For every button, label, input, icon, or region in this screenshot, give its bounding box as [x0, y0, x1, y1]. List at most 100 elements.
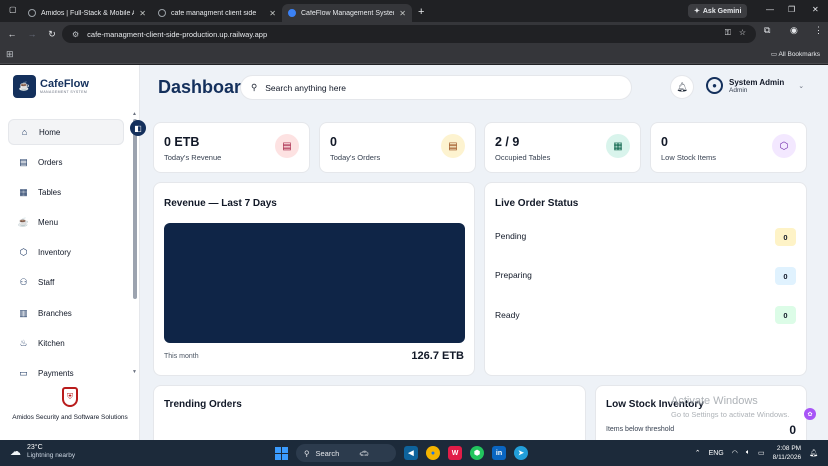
linkedin-icon[interactable]: in [492, 446, 506, 460]
ask-gemini-button[interactable]: ✦ Ask Gemini [688, 4, 748, 18]
sidebar-item-tables[interactable]: ▦ Tables [8, 179, 124, 205]
stat-label: Occupied Tables [495, 153, 551, 162]
language-indicator[interactable]: ENG [709, 450, 724, 457]
tab-title: Amidos | Full-Stack & Mobile A [41, 9, 135, 17]
profile-avatar-icon[interactable]: ◉ [790, 25, 798, 36]
company-name: Amidos Security and Software Solutions [12, 414, 128, 421]
wallet-icon: ▭ [19, 368, 28, 378]
scroll-up-icon[interactable]: ▲ [132, 111, 137, 117]
order-status-count: 0 [775, 267, 796, 285]
bookmark-star-icon[interactable]: ☆ [739, 28, 746, 38]
stat-label: Low Stock Items [661, 153, 717, 162]
notifications-button[interactable]: 🔔︎ [670, 75, 694, 99]
notification-bell-icon[interactable]: 🔔︎ [809, 449, 818, 457]
red-app-icon[interactable]: W [448, 446, 462, 460]
sidebar-item-kitchen[interactable]: ♨ Kitchen [8, 330, 124, 356]
chrome-icon[interactable]: ● [426, 446, 440, 460]
search-bar[interactable]: ⚲ [240, 75, 632, 100]
close-icon[interactable]: ✕ [139, 9, 146, 18]
user-menu[interactable]: ● System Admin Admin ⌄ [706, 77, 804, 94]
storm-cloud-icon: ☁ [10, 446, 21, 458]
forward-icon[interactable]: → [22, 29, 42, 39]
watermark-line1: Activate Windows [671, 395, 758, 407]
maximize-icon[interactable]: ❐ [788, 5, 795, 14]
browser-tab[interactable]: cafe managment client side ✕ [152, 4, 282, 22]
scroll-down-icon[interactable]: ▼ [132, 369, 137, 375]
sidebar-item-menu[interactable]: ☕ Menu [8, 210, 124, 236]
apps-grid-icon[interactable]: ⊞ [6, 49, 14, 60]
weather-widget[interactable]: ☁ 23°C Lightning nearby [10, 444, 75, 459]
sidebar-item-label: Kitchen [38, 338, 65, 348]
search-icon: ⚲ [251, 82, 258, 92]
url-text: cafe-managment-client-side-production.up… [87, 29, 268, 39]
taskbar-search[interactable]: ⚲ Search 🚗︎ [296, 444, 396, 462]
sidebar-scrollbar[interactable]: ▲ ▼ [132, 111, 138, 375]
taskbar-apps: ⚲ Search 🚗︎ ◀ ● W ⬢ in ➤ [275, 444, 528, 462]
green-app-icon[interactable]: ⬢ [470, 446, 484, 460]
sidebar-item-label: Menu [38, 218, 59, 228]
receipt-icon: ▤ [275, 134, 299, 158]
brand-logo[interactable]: ☕ CafeFlow MANAGEMENT SYSTEM [13, 75, 89, 98]
menu-kebab-icon[interactable]: ⋮ [814, 25, 823, 36]
revenue-period: This month [164, 353, 199, 360]
telegram-icon[interactable]: ➤ [514, 446, 528, 460]
sidebar-item-label: Orders [38, 157, 63, 167]
app-viewport: ☕ CafeFlow MANAGEMENT SYSTEM ⌂ Home ▤ Orde… [0, 65, 828, 440]
minimize-icon[interactable]: — [766, 5, 774, 14]
stat-card-revenue: 0 ETB Today's Revenue ▤ [153, 122, 310, 173]
windows-start-icon[interactable] [275, 446, 288, 460]
tab-search-icon[interactable]: ▢ [9, 5, 17, 14]
user-role: Admin [729, 86, 748, 94]
order-status-label: Preparing [495, 270, 532, 280]
sidebar-nav: ⌂ Home ▤ Orders ▦ Tables ☕ Menu ⬡ Inventory ⚇… [8, 119, 124, 391]
wifi-icon[interactable]: ◠ [732, 449, 738, 457]
watermark-line2: Go to Settings to activate Windows. [671, 410, 790, 419]
sidebar-item-payments[interactable]: ▭ Payments [8, 361, 124, 387]
revenue-total: 126.7 ETB [411, 350, 464, 362]
ask-gemini-label: Ask Gemini [702, 7, 742, 15]
volume-icon[interactable]: 🔈︎ [746, 449, 750, 457]
cup-icon: ☕ [17, 217, 30, 228]
clock-time: 2:08 PM [776, 445, 802, 452]
address-bar[interactable]: ⚙ cafe-managment-client-side-production.… [62, 25, 756, 43]
clipboard-icon: ▤ [19, 156, 28, 167]
close-icon[interactable]: ✕ [399, 9, 406, 18]
site-info-icon[interactable]: ⚙ [72, 30, 79, 39]
company-logo: ⛨ Amidos Security and Software Solutions [0, 387, 140, 421]
all-bookmarks-button[interactable]: ▭ All Bookmarks [771, 50, 820, 58]
assistant-fab-icon[interactable]: ✿ [804, 408, 816, 420]
reload-icon[interactable]: ↻ [42, 29, 62, 40]
close-icon[interactable]: ✕ [269, 9, 276, 18]
search-input[interactable] [265, 82, 586, 93]
brand-name: CafeFlow [40, 78, 89, 90]
sidebar-item-staff[interactable]: ⚇ Staff [8, 270, 124, 296]
browser-tab-active[interactable]: CafeFlow Management System ✕ [282, 4, 412, 22]
battery-icon[interactable]: ▭ [758, 449, 765, 457]
clock[interactable]: 2:08 PM 8/11/2026 [773, 444, 801, 462]
search-icon: ⚲ [304, 448, 310, 458]
stat-card-orders: 0 Today's Orders ▤ [319, 122, 476, 173]
clipboard-icon: ▤ [441, 134, 465, 158]
browser-tab[interactable]: Amidos | Full-Stack & Mobile A ✕ [22, 4, 152, 22]
window-close-icon[interactable]: ✕ [812, 5, 819, 14]
vscode-icon[interactable]: ◀ [404, 446, 418, 460]
back-icon[interactable]: ← [2, 29, 22, 39]
password-key-icon[interactable]: ⚿ [725, 28, 731, 38]
sidebar-item-orders[interactable]: ▤ Orders [8, 149, 124, 175]
scrollbar-thumb[interactable] [133, 119, 137, 299]
sidebar-collapse-button[interactable]: ◧ [130, 120, 146, 136]
stat-card-tables: 2 / 9 Occupied Tables ▦ [484, 122, 641, 173]
sidebar-item-inventory[interactable]: ⬡ Inventory [8, 240, 124, 266]
new-tab-button[interactable]: + [418, 6, 424, 18]
shield-logo-icon: ⛨ [62, 387, 78, 407]
sidebar-item-label: Tables [38, 187, 62, 197]
trending-title: Trending Orders [164, 399, 242, 410]
sidebar-item-branches[interactable]: ▥ Branches [8, 300, 124, 326]
sparkle-icon: ✦ [694, 8, 700, 15]
weather-temp: 23°C [27, 444, 43, 451]
sidebar-item-home[interactable]: ⌂ Home [8, 119, 124, 145]
extensions-icon[interactable]: ⧉ [764, 25, 770, 36]
users-icon: ⚇ [19, 277, 28, 288]
chevron-up-icon[interactable]: ⌃ [695, 449, 701, 457]
stat-value: 0 [330, 135, 337, 149]
